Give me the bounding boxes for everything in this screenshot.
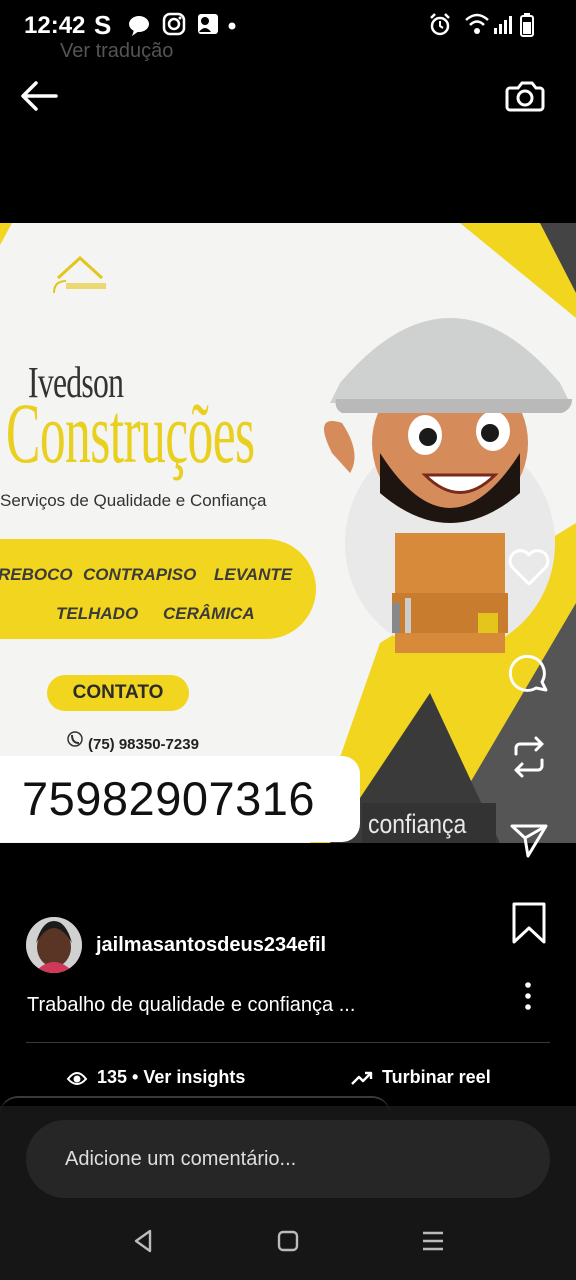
sheet-handle-edge	[0, 1096, 390, 1116]
services-banner	[0, 539, 316, 639]
poster-phone-number: (75) 98350-7239	[88, 736, 199, 753]
translate-link[interactable]: Ver tradução	[60, 40, 173, 63]
notification-dot-icon	[228, 22, 236, 30]
caption-overlay-text: confiança	[368, 809, 467, 839]
wifi-icon	[465, 13, 489, 34]
s-app-icon: S	[94, 10, 111, 40]
repost-icon[interactable]	[506, 734, 552, 780]
nav-back-icon[interactable]	[129, 1226, 159, 1256]
facebook-profile-icon	[198, 14, 218, 34]
avatar[interactable]	[26, 917, 82, 973]
send-icon[interactable]	[506, 818, 552, 864]
more-icon[interactable]	[516, 980, 540, 1012]
divider	[26, 1042, 550, 1043]
service-item: CERÂMICA	[163, 604, 255, 623]
service-item: LEVANTE	[214, 565, 293, 584]
nav-recents-icon[interactable]	[418, 1226, 448, 1256]
status-time: 12:42	[24, 12, 86, 39]
view-insights-link[interactable]: 135 • Ver insights	[97, 1067, 245, 1088]
alarm-icon	[430, 13, 450, 36]
comment-input[interactable]	[26, 1120, 550, 1198]
service-item: TELHADO	[56, 604, 139, 623]
post-image[interactable]: Ivedson Construções Serviços de Qualidad…	[0, 223, 576, 843]
boost-reel-button[interactable]: Turbinar reel	[382, 1067, 491, 1088]
svg-text:S: S	[94, 10, 111, 40]
overlay-phone-number: 75982907316	[22, 772, 316, 825]
nav-home-icon[interactable]	[273, 1226, 303, 1256]
brand-name-line2: Construções	[6, 385, 255, 481]
camera-icon[interactable]	[504, 76, 546, 116]
comment-icon[interactable]	[506, 652, 552, 698]
bookmark-icon[interactable]	[506, 900, 552, 946]
heart-icon[interactable]	[506, 544, 552, 590]
post-caption[interactable]: Trabalho de qualidade e confiança ...	[27, 994, 355, 1017]
eye-icon	[66, 1072, 88, 1085]
service-item: REBOCO	[0, 565, 73, 584]
post-username[interactable]: jailmasantosdeus234efil	[96, 934, 326, 957]
chat-bubble-icon	[129, 16, 149, 36]
trending-up-icon	[351, 1071, 373, 1085]
service-item: CONTRAPISO	[83, 565, 197, 584]
battery-icon	[520, 13, 534, 37]
signal-icon	[494, 16, 512, 34]
poster-tagline: Serviços de Qualidade e Confiança	[0, 491, 267, 510]
phone-icon	[67, 731, 83, 747]
poster-graphics	[0, 223, 576, 843]
back-arrow-icon[interactable]	[18, 78, 60, 114]
contact-badge: CONTATO	[47, 675, 189, 711]
instagram-icon	[162, 12, 186, 36]
